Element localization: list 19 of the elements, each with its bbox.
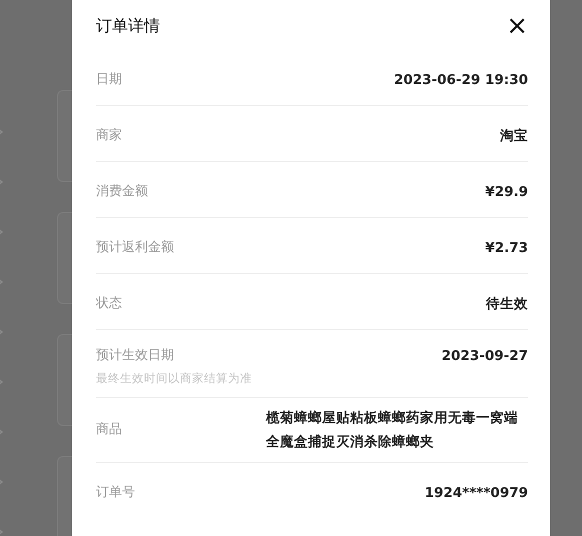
field-hint: 最终生效时间以商家结算为准 <box>96 370 252 386</box>
dialog-title: 订单详情 <box>96 16 160 36</box>
field-value: ¥2.73 <box>485 239 528 258</box>
field-value: 2023-06-29 19:30 <box>394 71 528 90</box>
field-label: 预计生效日期 <box>96 347 175 365</box>
field-value: 2023-09-27 <box>442 347 528 366</box>
field-value: 淘宝 <box>500 127 528 146</box>
field-value: ¥29.9 <box>485 183 528 202</box>
field-label: 消费金额 <box>96 183 148 201</box>
close-button[interactable]: × <box>506 13 528 39</box>
field-label: 商品 <box>96 421 122 440</box>
field-label: 订单号 <box>96 484 135 502</box>
field-label: 日期 <box>96 71 122 89</box>
field-value: 榄菊蟑螂屋贴粘板蟑螂药家用无毒一窝端全魔盒捕捉灭消杀除蟑螂夹 <box>266 409 519 452</box>
field-label: 商家 <box>96 127 122 145</box>
field-value: 1924****0979 <box>424 484 528 503</box>
field-label: 预计返利金额 <box>96 239 174 257</box>
field-value: 待生效 <box>486 295 528 314</box>
field-label: 状态 <box>96 295 122 313</box>
